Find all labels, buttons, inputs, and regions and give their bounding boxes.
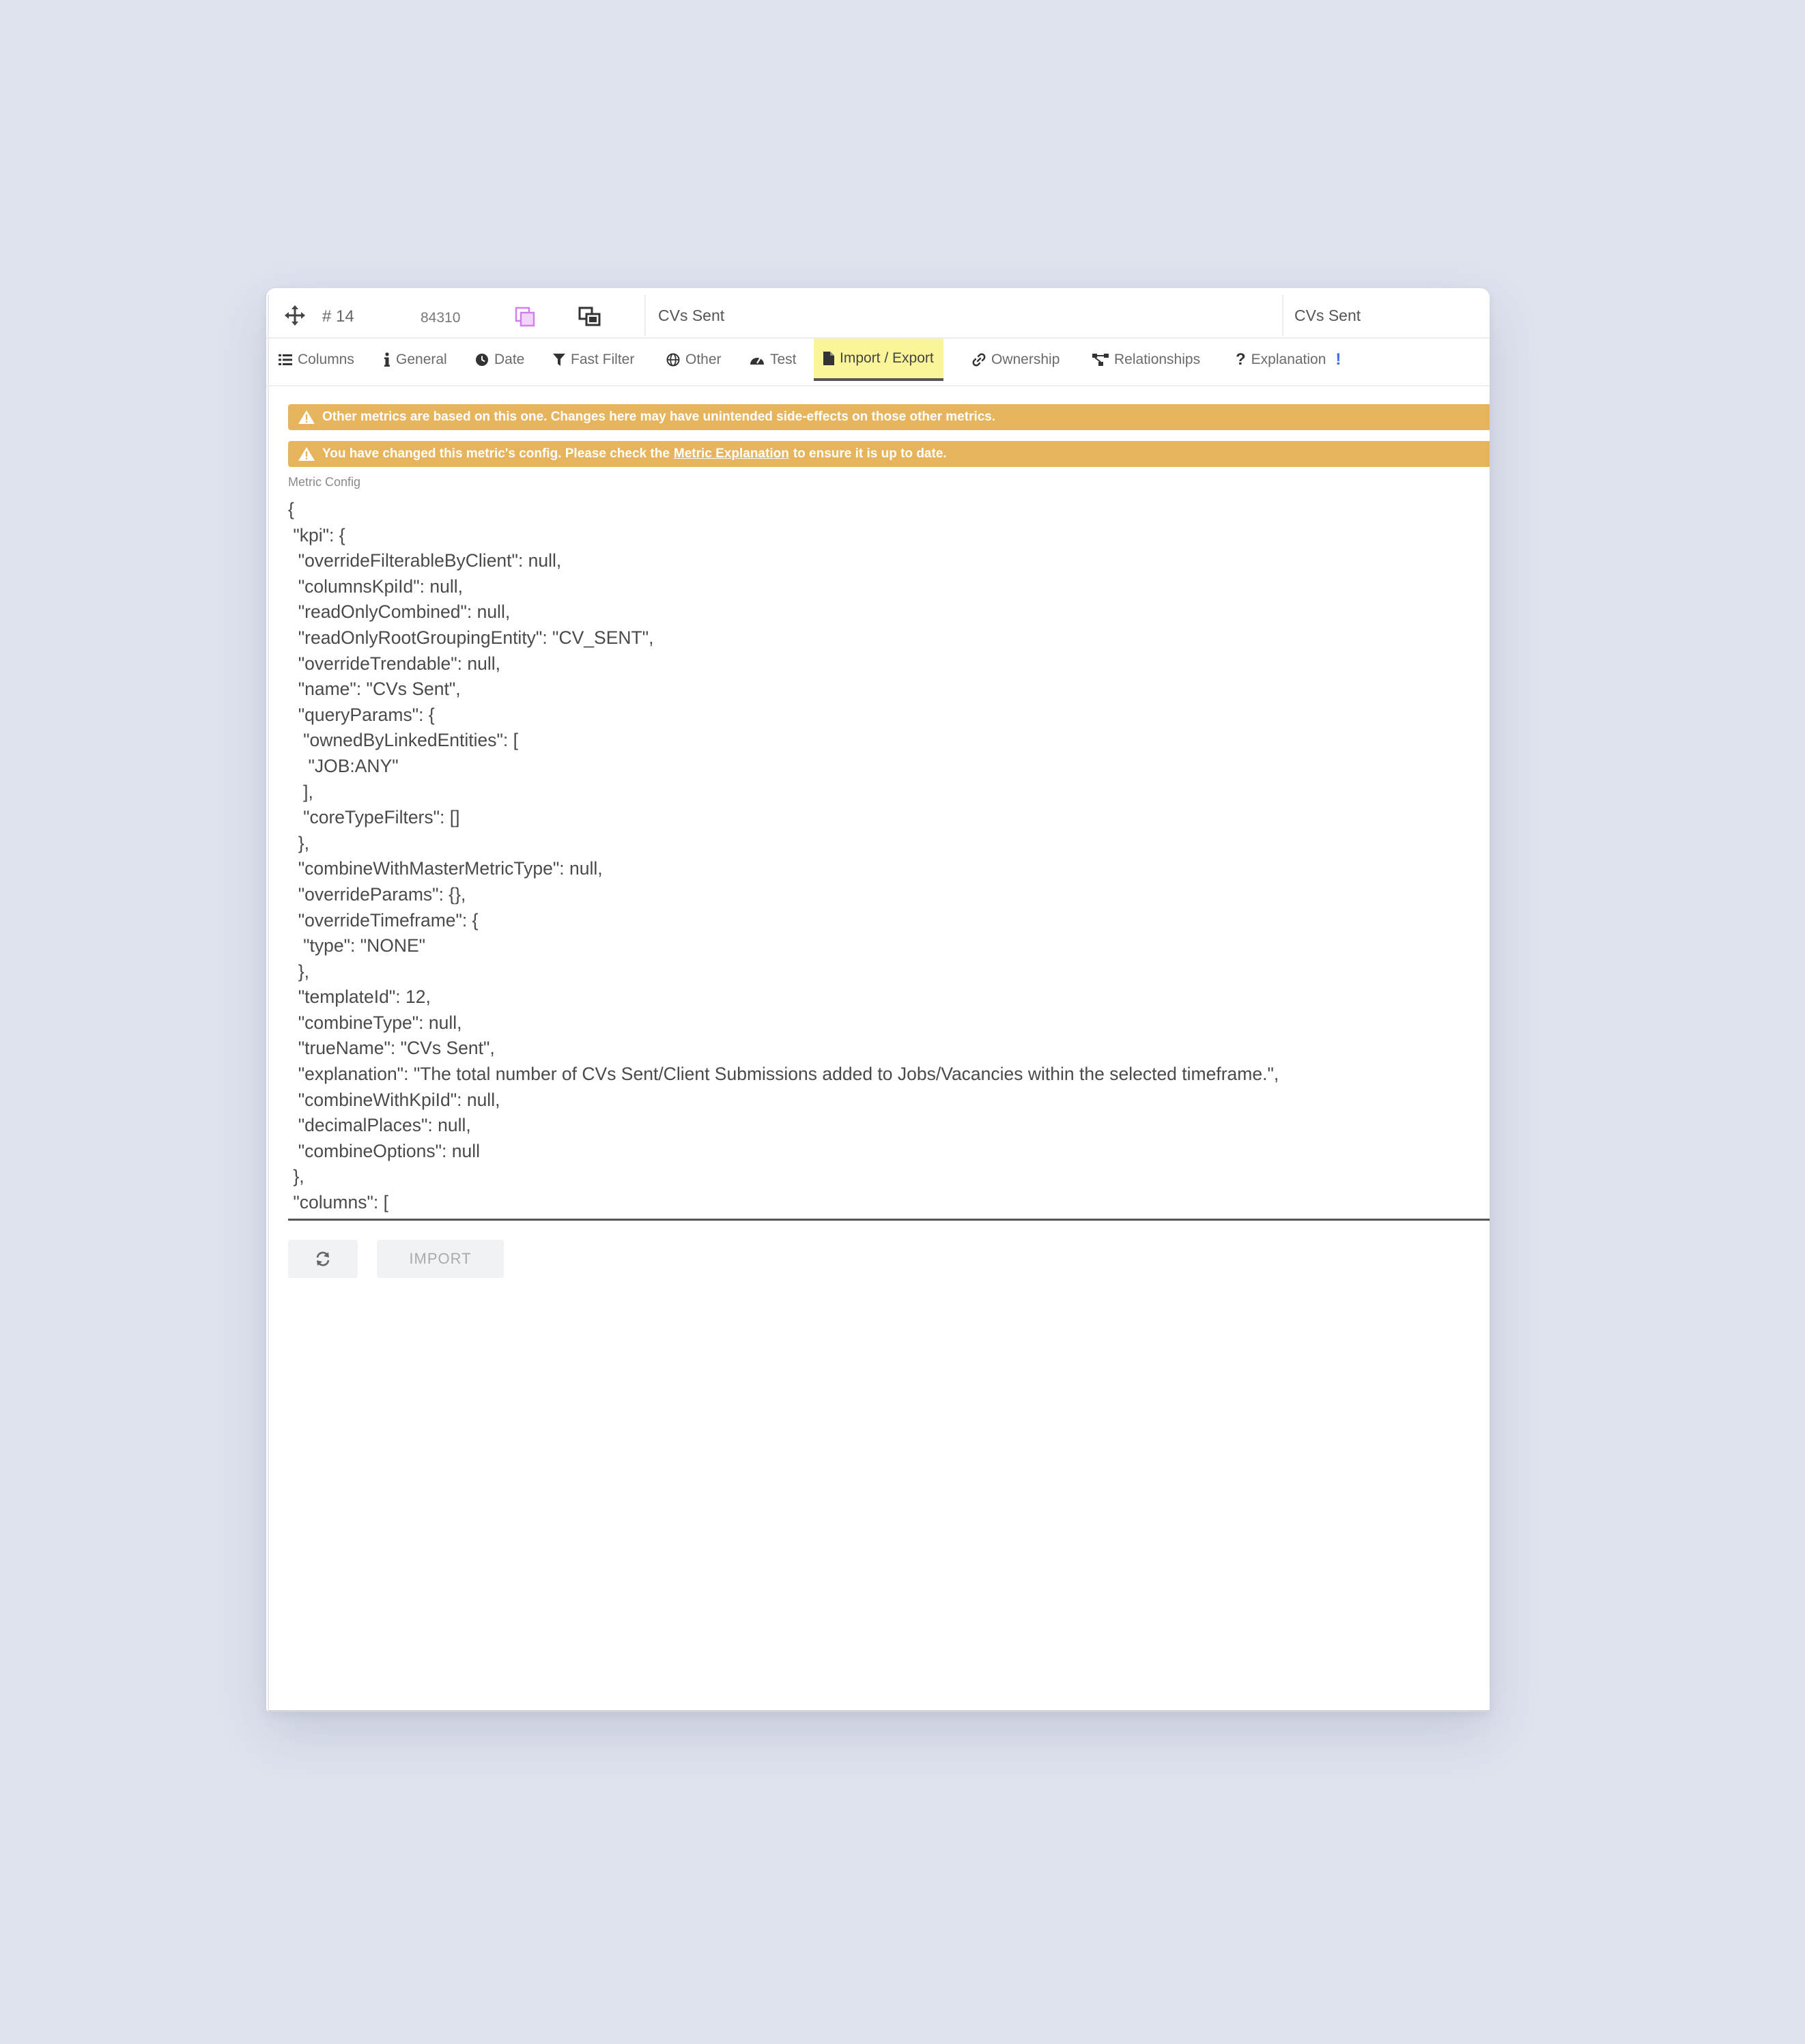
- clone-icon[interactable]: [578, 306, 602, 328]
- tab-relationships[interactable]: Relationships: [1092, 339, 1200, 381]
- metric-editor-panel: # 14 84310 Columns: [266, 288, 1490, 1712]
- warning-icon: [298, 447, 315, 461]
- tab-label: Fast Filter: [571, 352, 635, 367]
- question-icon: ?: [1236, 350, 1246, 369]
- metric-name-input[interactable]: [644, 295, 1281, 336]
- list-icon: [279, 354, 292, 365]
- tab-label: Relationships: [1114, 352, 1201, 367]
- tab-label: Explanation: [1251, 352, 1326, 367]
- metric-config-label: Metric Config: [288, 475, 361, 489]
- tab-label: Test: [770, 352, 797, 367]
- dependent-metrics-alert: Other metrics are based on this one. Cha…: [288, 404, 1490, 430]
- tab-label: Ownership: [991, 352, 1060, 367]
- copy-icon[interactable]: [513, 306, 537, 328]
- refresh-button[interactable]: [288, 1240, 358, 1278]
- globe-icon: [666, 353, 680, 367]
- tab-test[interactable]: Test: [750, 339, 797, 381]
- tab-ownership[interactable]: Ownership: [972, 339, 1060, 381]
- tab-import-export[interactable]: Import / Export: [814, 339, 943, 381]
- alert-text: to ensure it is up to date.: [793, 446, 947, 461]
- metric-number: # 14: [322, 307, 354, 326]
- tab-date[interactable]: Date: [475, 339, 524, 381]
- link-icon: [972, 353, 986, 367]
- editor-tabs: Columns General Date Fast Filter Other T…: [266, 339, 1490, 386]
- tab-label: Import / Export: [840, 350, 934, 366]
- metric-explanation-link[interactable]: Metric Explanation: [674, 446, 789, 462]
- move-icon[interactable]: [284, 304, 306, 326]
- metric-id: 84310: [421, 310, 461, 326]
- file-icon: [823, 352, 834, 365]
- tab-label: Date: [494, 352, 525, 367]
- alert-text: Other metrics are based on this one. Cha…: [322, 410, 996, 424]
- metric-true-name-input[interactable]: [1282, 295, 1490, 336]
- clock-icon: [476, 354, 488, 366]
- tab-label: Other: [685, 352, 722, 367]
- refresh-icon: [316, 1251, 330, 1266]
- info-icon: [384, 352, 390, 367]
- tab-label: General: [396, 352, 447, 367]
- config-changed-alert: You have changed this metric's config. P…: [288, 441, 1490, 467]
- tab-label: Columns: [298, 352, 354, 367]
- tab-other[interactable]: Other: [666, 339, 722, 381]
- import-button[interactable]: IMPORT: [377, 1240, 504, 1278]
- tab-columns[interactable]: Columns: [279, 339, 354, 381]
- tab-fast-filter[interactable]: Fast Filter: [553, 339, 634, 381]
- metric-config-textarea[interactable]: { "kpi": { "overrideFilterableByClient":…: [288, 497, 1490, 1221]
- filter-icon: [553, 354, 565, 366]
- exclamation-icon: !: [1335, 350, 1341, 369]
- alert-text: You have changed this metric's config. P…: [322, 446, 670, 461]
- warning-icon: [298, 410, 315, 424]
- gauge-icon: [750, 357, 764, 365]
- tab-general[interactable]: General: [384, 339, 447, 381]
- metric-header-bar: # 14 84310: [266, 295, 1490, 339]
- network-icon: [1092, 354, 1109, 366]
- tab-explanation[interactable]: ? Explanation !: [1236, 339, 1341, 381]
